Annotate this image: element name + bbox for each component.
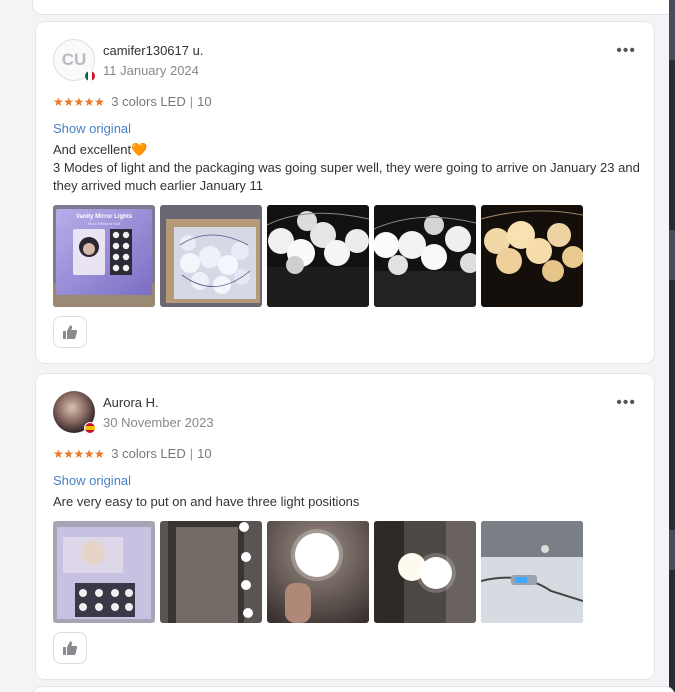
show-original-link[interactable]: Show original [53, 121, 131, 136]
review-photo[interactable] [481, 521, 583, 623]
review-photo[interactable] [374, 521, 476, 623]
review-card: CU camifer130617 u. 11 January 2024 ••• … [35, 21, 655, 364]
show-original-link[interactable]: Show original [53, 473, 131, 488]
reviewer-name: Aurora H. [103, 395, 159, 410]
spain-flag-icon [84, 422, 96, 434]
review-date: 30 November 2023 [103, 415, 214, 430]
review-photo[interactable] [374, 205, 476, 307]
star-rating: ★★★★★ [53, 94, 105, 109]
review-photo[interactable] [481, 205, 583, 307]
next-card-edge [32, 686, 675, 692]
page-scroll-edge [669, 0, 675, 692]
variant-info: 3 colors LED | 10 [111, 446, 212, 461]
review-card: Aurora H. 30 November 2023 ••• ★★★★★ 3 c… [35, 373, 655, 680]
variant-quantity: 10 [197, 94, 212, 109]
rating-row: ★★★★★ 3 colors LED | 10 [53, 94, 212, 109]
mexico-flag-icon [84, 70, 96, 82]
variant-quantity: 10 [197, 446, 212, 461]
avatar: CU [53, 39, 96, 82]
star-rating: ★★★★★ [53, 446, 105, 461]
review-photo[interactable] [160, 521, 262, 623]
rating-row: ★★★★★ 3 colors LED | 10 [53, 446, 212, 461]
review-text-body: 3 Modes of light and the packaging was g… [53, 160, 640, 193]
variant-label: 3 colors LED [111, 94, 186, 109]
review-text-body: Are very easy to put on and have three l… [53, 494, 360, 509]
thumbs-up-icon [63, 641, 78, 655]
box-title: Vanity Mirror Lights [76, 214, 133, 220]
more-options-icon[interactable]: ••• [616, 42, 636, 60]
review-text-line: And excellent🧡 [53, 142, 148, 157]
review-photo[interactable] [160, 205, 262, 307]
variant-label: 3 colors LED [111, 446, 186, 461]
review-date: 11 January 2024 [103, 63, 199, 78]
review-photo[interactable] [267, 521, 369, 623]
review-photo[interactable] [267, 205, 369, 307]
like-button[interactable] [53, 632, 87, 664]
reviewer-name: camifer130617 u. [103, 43, 204, 58]
review-photos: Vanity Mirror Lights Must Efficient Soft [53, 205, 583, 307]
like-button[interactable] [53, 316, 87, 348]
review-photos [53, 521, 583, 623]
thumbs-up-icon [63, 325, 78, 339]
variant-info: 3 colors LED | 10 [111, 94, 212, 109]
avatar [53, 391, 96, 434]
review-photo[interactable]: Vanity Mirror Lights Must Efficient Soft [53, 205, 155, 307]
more-options-icon[interactable]: ••• [616, 394, 636, 412]
review-photo[interactable] [53, 521, 155, 623]
box-subtitle: Must Efficient Soft [88, 221, 121, 226]
previous-card-edge [32, 0, 675, 15]
